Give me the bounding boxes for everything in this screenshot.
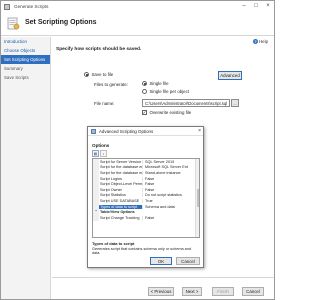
grid-row-key: Types of data to script (99, 204, 142, 209)
property-grid-toolbar: ▤ ↕ (92, 150, 107, 157)
grid-row-key: Script Logins (100, 176, 122, 181)
single-file-per-object-option[interactable]: Single file per object (142, 89, 189, 94)
grid-row[interactable]: Script Object-Level Permissions False (93, 181, 199, 187)
previous-button[interactable]: < Previous (148, 287, 174, 296)
grid-row-value[interactable]: Stand-alone instance (142, 170, 199, 175)
sidebar-item-set-scripting-options[interactable]: Set Scripting Options (1, 55, 50, 64)
grid-row-key: Script for Server Version (100, 159, 142, 164)
file-name-label: File name: (94, 101, 115, 106)
options-label: Options (92, 143, 110, 148)
cancel-button[interactable]: Cancel (242, 287, 264, 296)
grid-row-value[interactable]: False (142, 182, 199, 187)
single-file-option[interactable]: Single file (142, 81, 169, 86)
grid-row[interactable]: Script for the database engine type Stan… (93, 170, 199, 176)
categorized-sort-icon[interactable]: ▤ (92, 150, 99, 157)
help-label: Help (259, 39, 269, 44)
sidebar-item-choose-objects[interactable]: Choose Objects (1, 46, 50, 55)
overwrite-checkbox[interactable]: ✓ (142, 110, 147, 115)
grid-row[interactable]: Script Change Tracking False (93, 214, 199, 221)
wizard-sidebar: Introduction Choose Objects Set Scriptin… (1, 37, 51, 299)
grid-row-key: Script Object-Level Permissions (100, 182, 142, 187)
grid-scrollbar-thumb[interactable] (196, 189, 199, 207)
grid-row-key: Script for the database engine type (100, 170, 142, 175)
alphabetical-sort-icon[interactable]: ↕ (100, 150, 107, 157)
grid-row[interactable]: Script Owner False (93, 186, 199, 193)
grid-row-value[interactable]: False (142, 176, 199, 181)
files-to-generate-label: Files to generate: (94, 82, 128, 87)
grid-row-selected[interactable]: Types of data to script Schema and data (93, 203, 199, 210)
generate-scripts-window: Generate Scripts – □ × Set Scripting Opt… (0, 0, 275, 300)
dialog-title-bar: Advanced Scripting Options × (88, 127, 203, 136)
grid-row[interactable]: Script for the database engine edition M… (93, 164, 199, 171)
overwrite-label: Overwrite existing file (149, 110, 192, 115)
grid-row[interactable]: Script for Server Version SQL Server 201… (93, 159, 199, 165)
main-heading: Specify how scripts should be saved. (56, 47, 142, 52)
grid-row-value[interactable]: Schema and data (142, 204, 199, 209)
close-icon[interactable]: × (262, 1, 274, 11)
grid-row[interactable]: Script USE DATABASE True (93, 198, 199, 204)
next-button[interactable]: Next > (182, 287, 202, 296)
grid-category-label: Table/View Options (100, 210, 135, 215)
file-name-input[interactable]: C:\Users\Administrator\Documents\script.… (142, 99, 230, 107)
grid-row[interactable]: Script Logins False (93, 175, 199, 182)
option-description-panel: Types of data to script Generates script… (92, 241, 200, 255)
options-property-grid[interactable]: Script for Server Version SQL Server 201… (92, 158, 200, 238)
single-file-label: Single file (149, 81, 169, 86)
grid-row-key: Script for the database engine edition (100, 165, 142, 170)
save-to-file-radio[interactable] (84, 72, 89, 77)
dialog-cancel-button[interactable]: Cancel (176, 257, 200, 265)
finish-button[interactable]: Finish (212, 287, 234, 296)
sidebar-item-save-scripts[interactable]: Save Scripts (1, 73, 50, 82)
grid-row-value[interactable]: Microsoft SQL Server Ent (142, 165, 199, 170)
script-wizard-icon (7, 17, 20, 30)
grid-scrollbar[interactable] (195, 159, 199, 237)
advanced-scripting-options-dialog: Advanced Scripting Options × Options ▤ ↕… (87, 126, 204, 268)
single-file-per-object-radio[interactable] (142, 89, 147, 94)
grid-row-key: Script Owner (100, 187, 122, 192)
title-bar: Generate Scripts – □ × (1, 1, 274, 12)
single-file-per-object-label: Single file per object (149, 89, 190, 94)
grid-row[interactable]: Script Statistics Do not script statisti… (93, 192, 199, 199)
page-title: Set Scripting Options (25, 19, 97, 26)
save-to-file-label: Save to file (91, 72, 114, 77)
dialog-app-icon (91, 128, 96, 134)
browse-button[interactable]: ... (231, 99, 239, 107)
grid-row-value[interactable]: False (142, 187, 199, 192)
save-to-file-option[interactable]: Save to file (84, 72, 113, 77)
dialog-ok-button[interactable]: OK (150, 257, 172, 265)
grid-row-key: Script Change Tracking (100, 215, 140, 220)
help-icon: ? (253, 39, 258, 44)
window-title: Generate Scripts (14, 4, 49, 9)
sidebar-item-introduction[interactable]: Introduction (1, 37, 50, 46)
grid-row-value[interactable]: SQL Server 2019 (142, 159, 199, 164)
advanced-button[interactable]: Advanced (218, 71, 242, 80)
dialog-title: Advanced Scripting Options (99, 128, 154, 134)
single-file-radio[interactable] (142, 81, 147, 86)
grid-row-key: Script Statistics (100, 193, 126, 198)
grid-row-value[interactable]: False (142, 215, 199, 220)
grid-row-value[interactable]: True (142, 198, 199, 203)
option-description-title: Types of data to script (92, 241, 135, 246)
page-header: Set Scripting Options (1, 12, 274, 36)
app-icon (4, 3, 10, 10)
grid-row-value[interactable]: Do not script statistics (142, 193, 199, 198)
overwrite-option[interactable]: ✓ Overwrite existing file (142, 110, 191, 115)
option-description-text: Generates script that contains schema on… (92, 247, 191, 255)
sidebar-item-summary[interactable]: Summary (1, 64, 50, 73)
minimize-icon[interactable]: – (238, 1, 250, 11)
dialog-close-icon[interactable]: × (198, 128, 201, 134)
maximize-icon[interactable]: □ (250, 1, 262, 11)
help-link[interactable]: ? Help (253, 39, 268, 44)
grid-row-key: Script USE DATABASE (100, 198, 140, 203)
grid-category-row[interactable]: − Table/View Options (93, 209, 199, 215)
